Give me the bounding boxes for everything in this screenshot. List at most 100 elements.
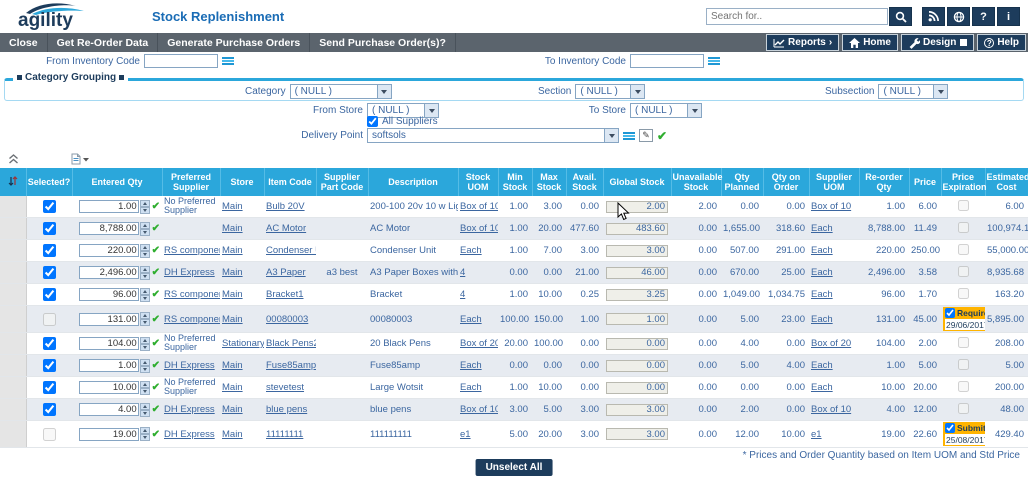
row-selected-checkbox[interactable] xyxy=(43,381,56,394)
global-stock-input[interactable] xyxy=(606,382,668,394)
item-code-link[interactable]: Bulb 20V xyxy=(266,201,305,212)
help-button[interactable]: ? xyxy=(972,7,995,26)
lookup-icon[interactable] xyxy=(708,57,720,65)
stock-uom-link[interactable]: Each xyxy=(460,245,482,256)
collapse-panel-button[interactable] xyxy=(8,154,19,164)
column-header[interactable]: Item Code xyxy=(264,168,316,196)
price-expiration-checkbox[interactable] xyxy=(958,222,969,233)
entered-qty-input[interactable] xyxy=(79,359,139,372)
reports-button[interactable]: Reports › xyxy=(766,34,839,51)
store-link[interactable]: Main xyxy=(222,382,243,393)
row-selected-checkbox[interactable] xyxy=(43,313,56,326)
spin-up-icon[interactable] xyxy=(140,200,150,207)
supplier-uom-link[interactable]: Each xyxy=(811,245,833,256)
help-toolbar-button[interactable]: ? Help xyxy=(977,34,1026,51)
column-header[interactable]: Store xyxy=(220,168,264,196)
stock-uom-link[interactable]: Box of 10 xyxy=(460,404,498,415)
item-code-link[interactable]: stevetest xyxy=(266,382,304,393)
column-header[interactable]: Selected? xyxy=(26,168,72,196)
store-link[interactable]: Main xyxy=(222,314,243,325)
price-expiration-checkbox[interactable] xyxy=(945,308,955,318)
column-header[interactable]: Qty Planned xyxy=(721,168,763,196)
row-selected-checkbox[interactable] xyxy=(43,403,56,416)
item-code-link[interactable]: A3 Paper xyxy=(266,267,306,278)
spin-up-icon[interactable] xyxy=(140,359,150,366)
spin-down-icon[interactable] xyxy=(140,388,150,395)
supplier-uom-link[interactable]: Each xyxy=(811,360,833,371)
global-stock-input[interactable] xyxy=(606,289,668,301)
column-header[interactable]: Preferred Supplier xyxy=(162,168,220,196)
column-header[interactable]: Supplier Part Code xyxy=(316,168,368,196)
global-stock-input[interactable] xyxy=(606,223,668,235)
entered-qty-input[interactable] xyxy=(79,313,139,326)
entered-qty-input[interactable] xyxy=(79,381,139,394)
supplier-uom-link[interactable]: Each xyxy=(811,382,833,393)
subsection-select[interactable]: ( NULL ) xyxy=(878,84,948,99)
spin-down-icon[interactable] xyxy=(140,251,150,258)
column-header[interactable]: Re-order Qty xyxy=(859,168,909,196)
stock-uom-link[interactable]: Each xyxy=(460,382,482,393)
column-header[interactable]: Avail. Stock xyxy=(566,168,603,196)
stock-uom-link[interactable]: 4 xyxy=(460,267,465,278)
supplier-uom-link[interactable]: e1 xyxy=(811,429,822,440)
price-expiration-checkbox[interactable] xyxy=(958,337,969,348)
item-code-link[interactable]: 11111111 xyxy=(266,429,303,440)
spin-up-icon[interactable] xyxy=(140,222,150,229)
export-button[interactable] xyxy=(71,153,89,165)
preferred-supplier-link[interactable]: RS components xyxy=(164,314,220,325)
global-stock-input[interactable] xyxy=(606,201,668,213)
row-selected-checkbox[interactable] xyxy=(43,428,56,441)
row-selected-checkbox[interactable] xyxy=(43,222,56,235)
price-expiration-checkbox[interactable] xyxy=(945,423,955,433)
unselect-all-button[interactable]: Unselect All xyxy=(476,459,553,476)
stock-uom-link[interactable]: Box of 10 xyxy=(460,201,498,212)
lookup-icon[interactable] xyxy=(623,132,635,140)
lookup-icon[interactable] xyxy=(222,57,234,65)
supplier-uom-link[interactable]: Each xyxy=(811,314,833,325)
globe-button[interactable] xyxy=(947,7,970,26)
global-stock-input[interactable] xyxy=(606,245,668,257)
section-select[interactable]: ( NULL ) xyxy=(575,84,645,99)
global-stock-input[interactable] xyxy=(606,313,668,325)
global-stock-input[interactable] xyxy=(606,428,668,440)
preferred-supplier-link[interactable]: DH Express xyxy=(164,429,215,440)
spin-down-icon[interactable] xyxy=(140,344,150,351)
store-link[interactable]: Main xyxy=(222,223,243,234)
category-select[interactable]: ( NULL ) xyxy=(290,84,392,99)
row-selected-checkbox[interactable] xyxy=(43,359,56,372)
spin-up-icon[interactable] xyxy=(140,288,150,295)
price-expiration-checkbox[interactable] xyxy=(958,381,969,392)
item-code-link[interactable]: Bracket1 xyxy=(266,289,304,300)
column-header[interactable]: Price xyxy=(909,168,941,196)
entered-qty-input[interactable] xyxy=(79,266,139,279)
generate-purchase-orders-button[interactable]: Generate Purchase Orders xyxy=(158,33,310,52)
store-link[interactable]: Main xyxy=(222,404,243,415)
spin-up-icon[interactable] xyxy=(140,244,150,251)
store-link[interactable]: Main xyxy=(222,429,243,440)
spin-up-icon[interactable] xyxy=(140,312,150,319)
column-header[interactable]: Supplier UOM xyxy=(809,168,859,196)
stock-uom-link[interactable]: 4 xyxy=(460,289,465,300)
item-code-link[interactable]: Fuse85amp xyxy=(266,360,316,371)
all-suppliers-checkbox[interactable] xyxy=(367,116,378,127)
item-code-link[interactable]: 00080003 xyxy=(266,314,308,325)
edit-icon[interactable]: ✎ xyxy=(639,129,653,142)
entered-qty-input[interactable] xyxy=(79,244,139,257)
spin-down-icon[interactable] xyxy=(140,366,150,373)
design-button[interactable]: Design xyxy=(901,34,974,51)
supplier-uom-link[interactable]: Box of 10 xyxy=(811,201,851,212)
entered-qty-input[interactable] xyxy=(79,288,139,301)
home-button[interactable]: Home xyxy=(842,34,898,51)
item-code-link[interactable]: Condenser Unit xyxy=(266,245,316,256)
entered-qty-input[interactable] xyxy=(79,222,139,235)
spin-up-icon[interactable] xyxy=(140,403,150,410)
global-stock-input[interactable] xyxy=(606,404,668,416)
store-link[interactable]: Stationary xyxy=(222,338,264,349)
column-header[interactable]: Entered Qty xyxy=(72,168,162,196)
from-inventory-code-input[interactable] xyxy=(144,54,218,68)
row-selected-checkbox[interactable] xyxy=(43,266,56,279)
preferred-supplier-link[interactable]: RS components xyxy=(164,245,220,256)
preferred-supplier-link[interactable]: DH Express xyxy=(164,404,215,415)
row-selected-checkbox[interactable] xyxy=(43,288,56,301)
item-code-link[interactable]: Black Pens2 xyxy=(266,338,316,349)
